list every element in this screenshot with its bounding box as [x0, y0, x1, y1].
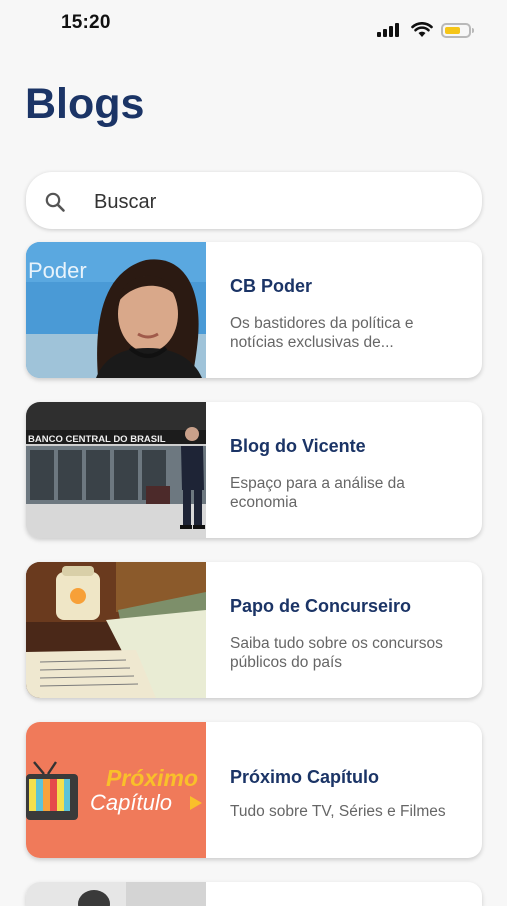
thumb-text-banco-central: BANCO CENTRAL DO BRASIL — [28, 434, 166, 445]
status-bar: 15:20 — [0, 0, 507, 48]
blog-card-cb-poder[interactable]: Poder CB Poder Os bastidores da política… — [26, 242, 482, 378]
page-title: Blogs — [25, 80, 145, 128]
blog-thumbnail-partial — [26, 882, 206, 906]
blog-card-blog-do-vicente[interactable]: BANCO CENTRAL DO BRASIL Blog do Vicente … — [26, 402, 482, 538]
thumb-text-capitulo: Capítulo — [90, 790, 172, 815]
blog-card-proximo-capitulo[interactable]: Próximo Capítulo Próximo Capítulo Tudo s… — [26, 722, 482, 858]
search-bar[interactable] — [26, 172, 482, 229]
search-icon — [45, 192, 65, 212]
blog-title: Blog do Vicente — [230, 436, 366, 456]
blog-thumbnail-proximo-capitulo: Próximo Capítulo — [26, 722, 206, 858]
blog-card-partial[interactable] — [26, 882, 482, 906]
blog-title: Papo de Concurseiro — [230, 596, 412, 616]
blog-description: Os bastidores da política e notícias exc… — [230, 315, 414, 351]
blog-thumbnail-cb-poder: Poder — [26, 242, 206, 378]
search-input[interactable] — [92, 184, 466, 220]
thumb-text-proximo: Próximo — [106, 765, 198, 791]
blog-thumbnail-papo-de-concurseiro — [26, 562, 206, 698]
blog-thumbnail-blog-do-vicente: BANCO CENTRAL DO BRASIL — [26, 402, 206, 538]
blog-description: Espaço para a análise da economia — [230, 475, 405, 511]
blog-title: Próximo Capítulo — [230, 767, 380, 787]
thumb-text-poder: Poder — [28, 258, 87, 283]
blog-title: CB Poder — [230, 276, 313, 296]
blog-card-papo-de-concurseiro[interactable]: Papo de Concurseiro Saiba tudo sobre os … — [26, 562, 482, 698]
blog-list: Poder CB Poder Os bastidores da política… — [26, 242, 482, 906]
battery-level — [445, 26, 461, 34]
wifi-icon — [411, 22, 433, 37]
battery-icon — [441, 22, 474, 38]
status-time: 15:20 — [61, 12, 111, 33]
cellular-signal-icon — [377, 23, 403, 37]
status-icons — [377, 22, 474, 38]
blog-description: Tudo sobre TV, Séries e Filmes — [230, 803, 446, 820]
blog-description: Saiba tudo sobre os concursos públicos d… — [230, 635, 443, 671]
